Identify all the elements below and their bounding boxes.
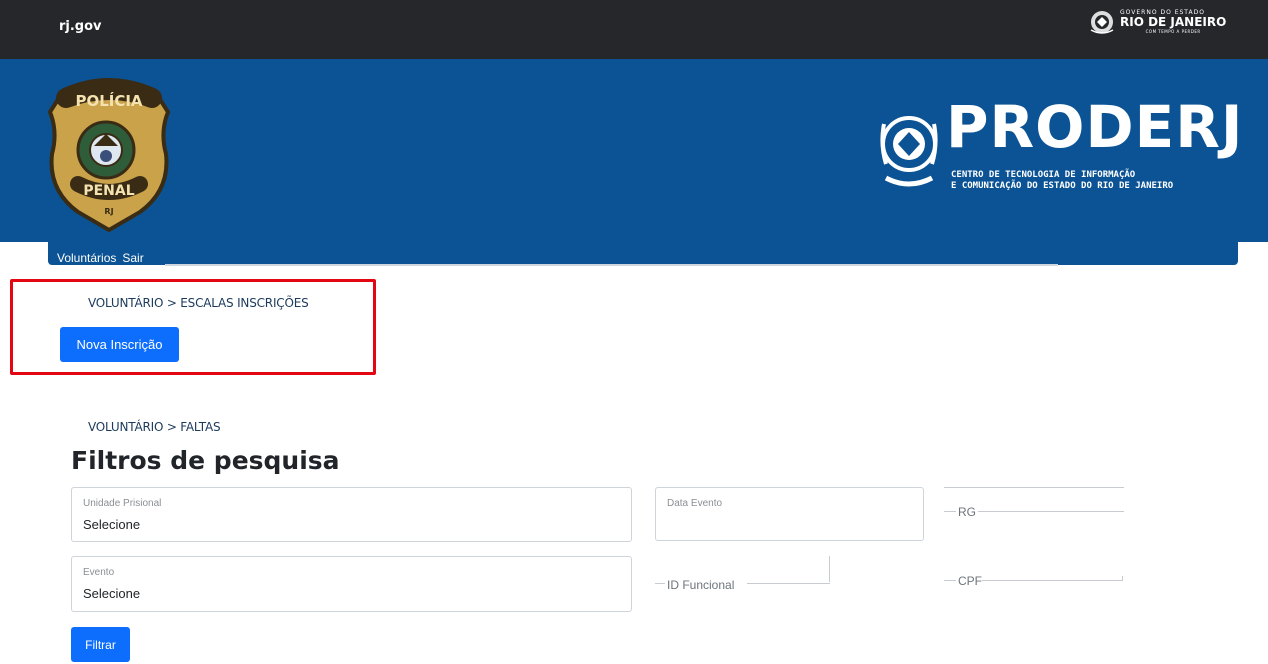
proderj-title: PRODERJ: [946, 93, 1244, 161]
rj-gov-link[interactable]: rj.gov: [59, 19, 102, 34]
nav-item-voluntarios[interactable]: Voluntários: [57, 251, 116, 265]
proderj-subtitle-2: E COMUNICAÇÃO DO ESTADO DO RIO DE JANEIR…: [951, 181, 1174, 191]
breadcrumb-faltas: VOLUNTÁRIO > FALTAS: [88, 420, 221, 434]
new-inscription-button[interactable]: Nova Inscrição: [60, 327, 179, 362]
main-nav: Voluntários Sair: [57, 251, 144, 265]
state-crest-icon: [1090, 11, 1114, 34]
policia-penal-badge-icon: POLÍCIA PENAL RJ: [47, 78, 171, 232]
evento-label: Evento: [83, 567, 115, 578]
evento-select[interactable]: Evento Selecione: [71, 556, 632, 612]
cpf-border-tick: [1122, 576, 1123, 581]
unidade-prisional-label: Unidade Prisional: [83, 498, 162, 509]
cpf-field[interactable]: CPF: [944, 560, 1124, 600]
filter-button[interactable]: Filtrar: [71, 627, 130, 662]
nav-item-sair[interactable]: Sair: [122, 251, 143, 265]
id-funcional-border-vertical: [829, 556, 830, 582]
id-funcional-label: ID Funcional: [667, 578, 735, 592]
proderj-logo: PRODERJ CENTRO DE TECNOLOGIA DE INFORMAÇ…: [876, 98, 1268, 196]
rg-field[interactable]: RG: [944, 487, 1124, 527]
breadcrumb-escalas: VOLUNTÁRIO > ESCALAS INSCRIÇÕES: [88, 296, 309, 310]
data-evento-label: Data Evento: [667, 498, 723, 509]
rg-border-left: [944, 511, 956, 512]
page-title: Filtros de pesquisa: [71, 446, 340, 475]
gov-rio-logo[interactable]: GOVERNO DO ESTADO RIO DE JANEIRO COM TEM…: [1088, 8, 1226, 36]
unidade-prisional-value: Selecione: [83, 517, 141, 532]
rg-border-right: [978, 511, 1124, 512]
proderj-crest-icon: [880, 116, 938, 187]
id-funcional-border-right: [747, 583, 830, 584]
badge-top-text: POLÍCIA: [75, 91, 142, 110]
badge-tag: RJ: [104, 207, 113, 216]
badge-bottom-text: PENAL: [83, 183, 134, 199]
nav-bar: [48, 242, 1238, 265]
evento-value: Selecione: [83, 586, 141, 601]
id-funcional-border-left: [655, 583, 665, 584]
cpf-label: CPF: [958, 574, 982, 588]
cpf-border-left: [944, 580, 956, 581]
rg-label: RG: [958, 505, 976, 519]
gov-logo-line3: COM TEMPO A PERDER: [1145, 29, 1201, 34]
id-funcional-field[interactable]: ID Funcional: [655, 556, 831, 598]
proderj-subtitle-1: CENTRO DE TECNOLOGIA DE INFORMAÇÃO: [951, 170, 1136, 180]
cpf-border-right: [982, 580, 1122, 581]
nav-divider: [165, 264, 1058, 266]
top-bar: rj.gov GOVERNO DO ESTADO RIO DE JANEIRO …: [0, 0, 1268, 59]
rg-border-top: [944, 487, 1124, 488]
unidade-prisional-select[interactable]: Unidade Prisional Selecione: [71, 487, 632, 542]
gov-logo-line2: RIO DE JANEIRO: [1120, 15, 1227, 29]
data-evento-field[interactable]: Data Evento: [655, 487, 924, 541]
